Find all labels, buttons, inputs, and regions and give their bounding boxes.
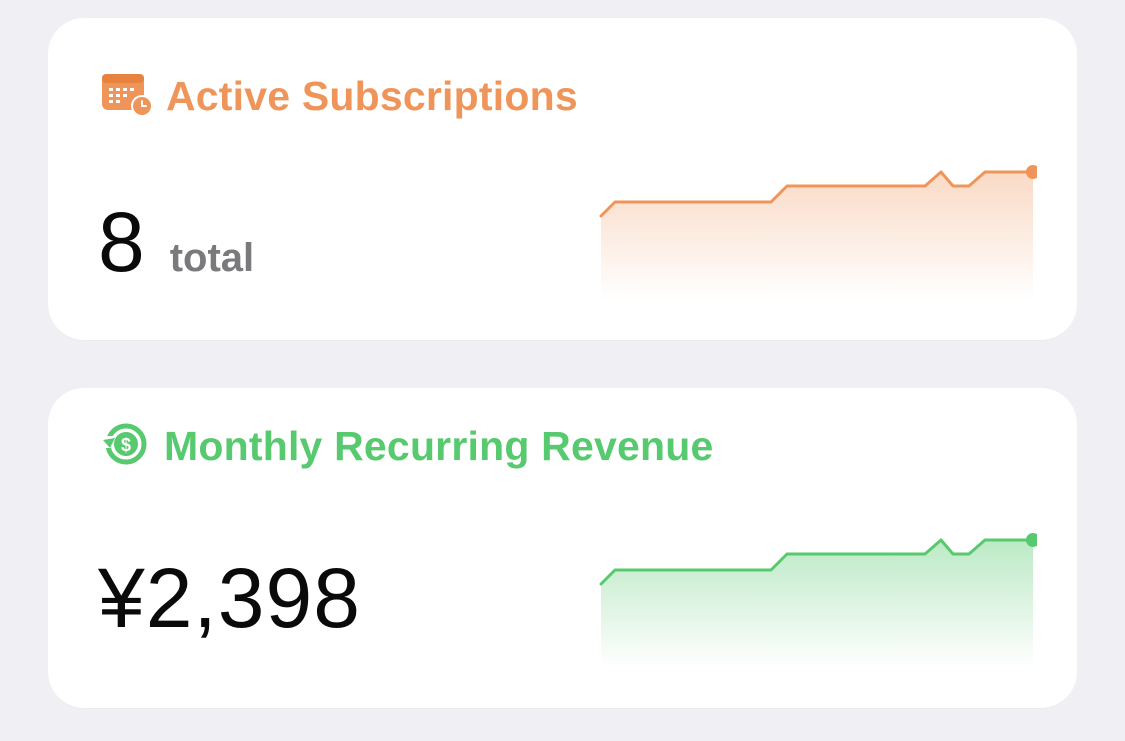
mrr-sparkline — [599, 533, 1037, 668]
card-header: $ Monthly Recurring Revenue — [100, 420, 713, 473]
value-row: ¥2,398 — [98, 556, 361, 640]
subscription-count: 8 — [98, 195, 146, 289]
active-subscriptions-card[interactable]: Active Subscriptions 8 total — [48, 18, 1077, 340]
value-row: 8 total — [98, 200, 254, 284]
card-title: Monthly Recurring Revenue — [164, 423, 714, 469]
monthly-recurring-revenue-card[interactable]: $ Monthly Recurring Revenue ¥2,398 — [48, 388, 1077, 708]
subscription-unit: total — [169, 236, 255, 280]
subscriptions-sparkline — [599, 165, 1037, 300]
calendar-clock-icon — [100, 70, 154, 123]
card-header: Active Subscriptions — [100, 70, 578, 123]
dollar-cycle-icon: $ — [100, 420, 152, 473]
card-title: Active Subscriptions — [166, 73, 578, 119]
svg-text:$: $ — [121, 435, 131, 455]
mrr-value: ¥2,398 — [98, 551, 361, 645]
